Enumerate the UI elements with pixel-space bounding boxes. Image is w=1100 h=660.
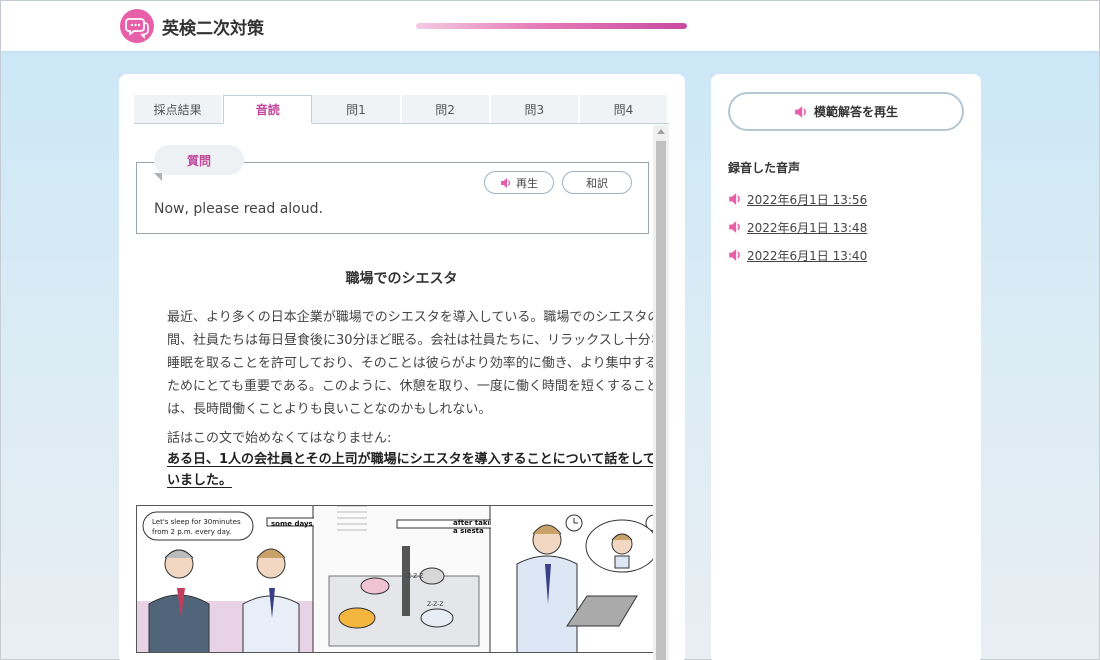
tab-question-3[interactable]: 問3 [490,95,580,123]
passage-instruction: 話はこの文で始めなくてはなりません: [167,431,392,446]
audio-sidebar: 模範解答を再生 録音した音声 2022年6月1日 13:56 2022年6月1日… [711,74,981,660]
speaker-icon [729,249,740,261]
recording-timestamp: 2022年6月1日 13:56 [747,192,868,207]
tab-scoring-results[interactable]: 採点結果 [134,95,224,123]
play-question-label: 再生 [516,176,538,190]
speaker-icon [795,105,806,118]
passage-body: 最近、より多くの日本企業が職場でのシエスタを導入している。職場でのシエスタの間、… [167,310,664,417]
recording-timestamp: 2022年6月1日 13:48 [747,220,868,235]
recording-timestamp: 2022年6月1日 13:40 [747,248,868,263]
play-model-answer-button[interactable]: 模範解答を再生 [728,92,964,131]
comic-zzz-2: Z-Z-Z [427,601,443,608]
comic-illustration: Let's sleep for 30minutes from 2 p.m. ev… [136,505,667,653]
tab-question-1[interactable]: 問1 [312,95,402,123]
tab-question-4[interactable]: 問4 [579,95,670,123]
question-label: 質問 [154,145,244,175]
recording-item[interactable]: 2022年6月1日 13:48 [728,218,867,236]
reading-panel: 採点結果 音読 問1 問2 問3 問4 質問 再生 和訳 Now, please… [119,74,685,660]
scroll-up-arrow-icon[interactable] [657,129,665,134]
recordings-heading: 録音した音声 [728,161,801,175]
comic-arrow-2-label-2: a siesta [453,527,484,535]
progress-bar-fill [416,23,687,29]
tab-read-aloud[interactable]: 音読 [223,95,313,124]
passage-title: 職場でのシエスタ [345,271,458,287]
app-header: 英検二次対策 [1,1,1099,51]
vertical-scrollbar[interactable] [653,125,669,660]
tab-bar: 採点結果 音読 問1 問2 問3 問4 [134,95,670,124]
translate-button[interactable]: 和訳 [562,171,632,194]
speech-bubble-text-1: Let's sleep for 30minutes [152,518,241,526]
label-fold-decoration [154,173,162,181]
scrollbar-thumb[interactable] [656,141,666,660]
play-question-button[interactable]: 再生 [484,171,554,194]
recording-item[interactable]: 2022年6月1日 13:56 [728,190,867,208]
progress-bar [416,23,687,29]
comic-zzz-1: Z-Z-Z [407,573,423,580]
chat-bubble-logo-icon [120,9,154,43]
speaker-icon [501,177,511,188]
speech-bubble-text-2: from 2 p.m. every day. [152,528,231,536]
starting-sentence: ある日、1人の会社員とその上司が職場にシエスタを導入することについて話をしていま… [167,452,656,488]
question-box: 質問 再生 和訳 Now, please read aloud. [136,145,649,234]
play-model-answer-label: 模範解答を再生 [813,105,898,119]
content-scroll-area[interactable]: 質問 再生 和訳 Now, please read aloud. 職場でのシエス… [134,125,669,660]
tab-question-2[interactable]: 問2 [401,95,491,123]
recording-item[interactable]: 2022年6月1日 13:40 [728,246,867,264]
speaker-icon [729,193,740,205]
question-text: Now, please read aloud. [154,201,323,217]
speaker-icon [729,221,740,233]
app-title: 英検二次対策 [162,19,264,39]
